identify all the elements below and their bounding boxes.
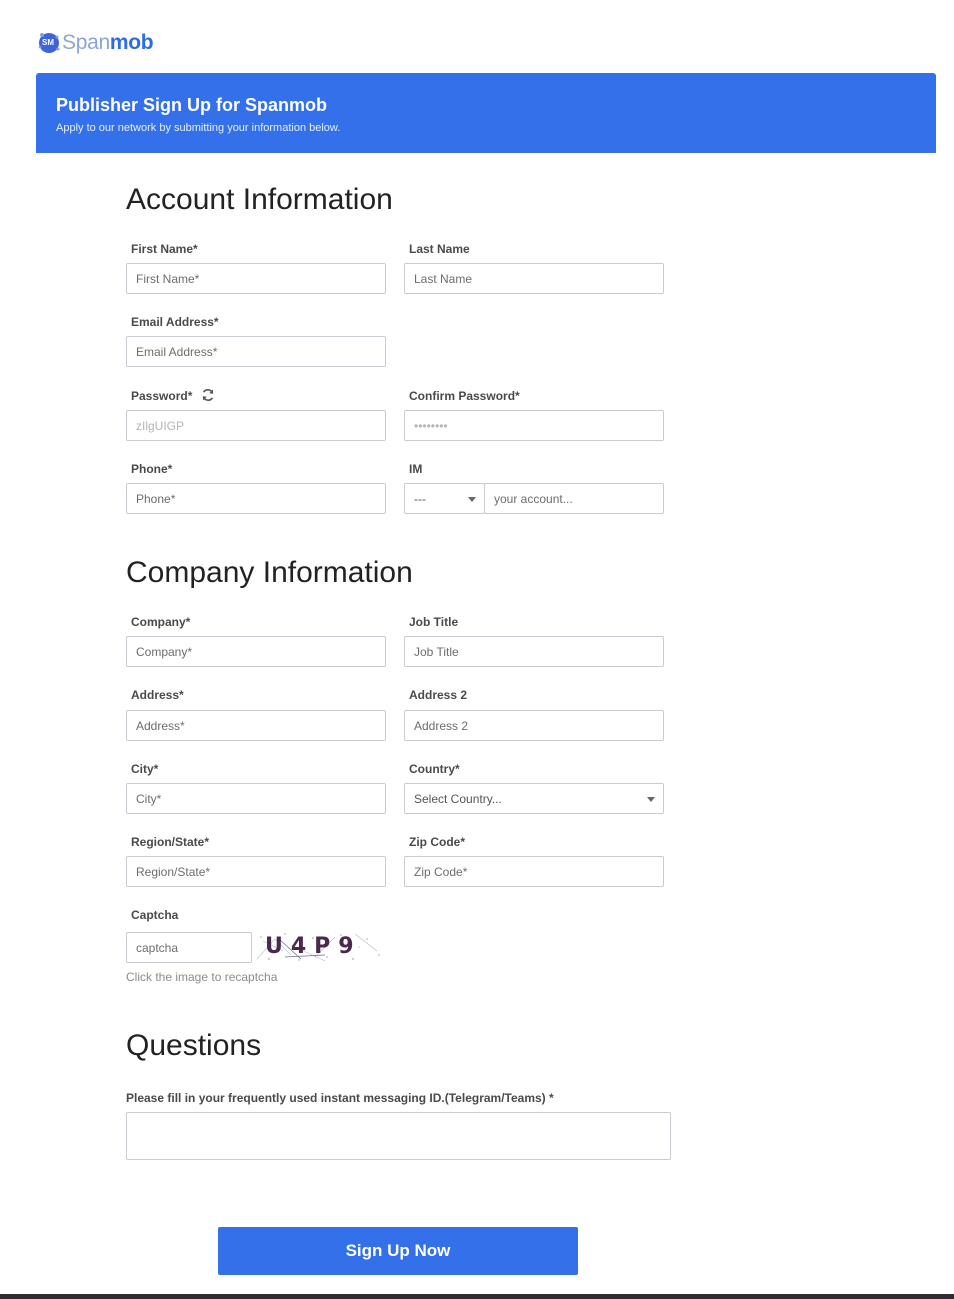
captcha-note: Click the image to recaptcha (126, 970, 278, 984)
sign-up-button[interactable]: Sign Up Now (218, 1227, 578, 1275)
region-input[interactable] (126, 856, 386, 887)
first-name-label: First Name* (131, 242, 198, 256)
logo-mark-icon: SM (37, 31, 61, 55)
logo-text-span: Span (62, 31, 110, 54)
zip-input[interactable] (404, 856, 664, 887)
first-name-input[interactable] (126, 263, 386, 294)
password-input[interactable] (126, 410, 386, 441)
address2-label: Address 2 (409, 688, 468, 702)
phone-input[interactable] (126, 483, 386, 514)
im-label: IM (409, 462, 423, 476)
country-select-value: Select Country... (414, 791, 502, 806)
footer-bar (0, 1294, 954, 1299)
region-label: Region/State* (131, 835, 210, 849)
job-title-label: Job Title (409, 615, 459, 629)
country-label: Country* (409, 762, 460, 776)
address-input[interactable] (126, 710, 386, 741)
city-input[interactable] (126, 783, 386, 814)
spanmob-logo[interactable]: SM Spanmob (37, 29, 154, 57)
chevron-down-icon (468, 497, 476, 502)
refresh-password-icon[interactable] (201, 388, 215, 402)
city-label: City* (131, 762, 159, 776)
banner-title: Publisher Sign Up for Spanmob (56, 95, 328, 115)
chevron-down-icon (647, 797, 655, 802)
im-type-value: --- (414, 491, 426, 506)
last-name-label: Last Name (409, 242, 470, 256)
captcha-input[interactable] (126, 932, 252, 963)
address2-input[interactable] (404, 710, 664, 741)
phone-label: Phone* (131, 462, 173, 476)
questions-section-title: Questions (126, 1029, 262, 1062)
captcha-label: Captcha (131, 908, 179, 922)
im-account-input[interactable] (484, 483, 664, 514)
logo-text-mob: mob (109, 31, 154, 54)
company-input[interactable] (126, 636, 386, 667)
banner-subtitle: Apply to our network by submitting your … (56, 122, 341, 134)
last-name-input[interactable] (404, 263, 664, 294)
signup-banner: Publisher Sign Up for Spanmob Apply to o… (36, 73, 936, 153)
confirm-password-input[interactable] (404, 410, 664, 441)
company-label: Company* (131, 615, 191, 629)
captcha-image[interactable]: U4P9 (255, 929, 385, 965)
company-section-title: Company Information (126, 556, 413, 589)
zip-label: Zip Code* (409, 835, 465, 849)
job-title-input[interactable] (404, 636, 664, 667)
email-input[interactable] (126, 336, 386, 367)
address-label: Address* (131, 688, 184, 702)
im-type-select[interactable]: --- (404, 483, 485, 514)
confirm-password-label: Confirm Password* (409, 389, 520, 403)
password-label: Password* (131, 389, 193, 403)
im-id-textarea[interactable] (126, 1112, 671, 1160)
logo-mark-text: SM (42, 38, 54, 47)
captcha-text: U4P9 (265, 934, 362, 959)
email-label: Email Address* (131, 315, 219, 329)
im-id-question-label: Please fill in your frequently used inst… (126, 1091, 554, 1105)
country-select[interactable]: Select Country... (404, 783, 664, 814)
account-section-title: Account Information (126, 183, 393, 216)
